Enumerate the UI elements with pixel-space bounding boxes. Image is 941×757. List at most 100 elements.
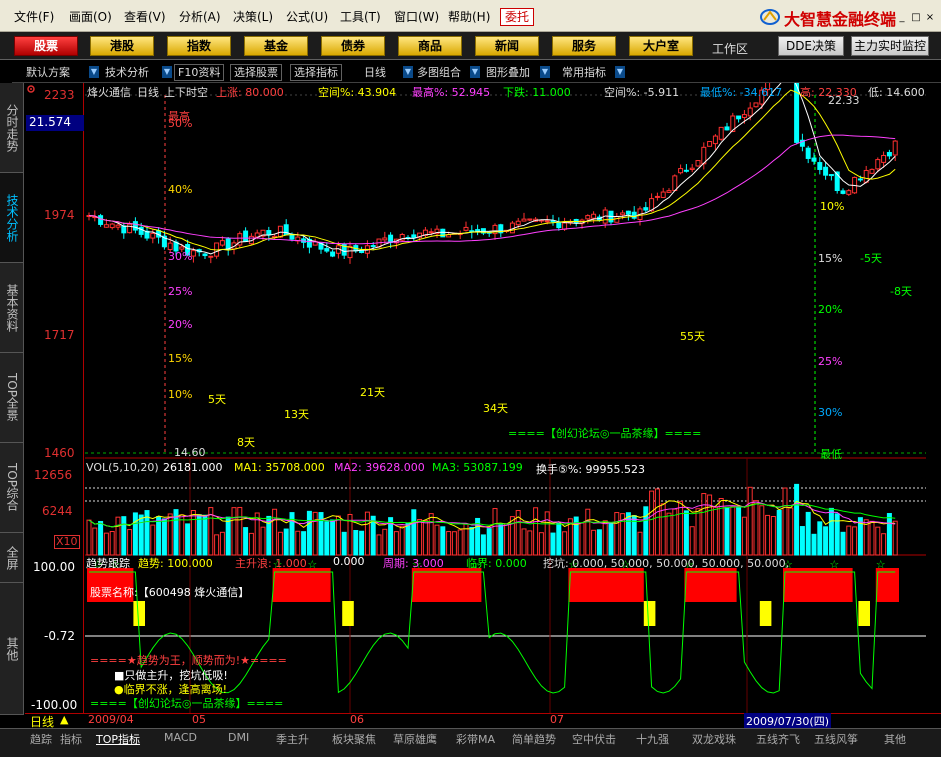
menu-view-screen[interactable]: 画面(O) [69, 8, 112, 25]
menu-view[interactable]: 查看(V) [124, 8, 166, 25]
candle-body [817, 162, 823, 170]
candle-body [875, 159, 881, 170]
close-icon[interactable]: × [924, 12, 936, 24]
tab-top-indicator[interactable]: TOP指标 [96, 731, 140, 747]
tab-prairie-eagle[interactable]: 草原雄鹰 [393, 731, 437, 747]
tab-dmi[interactable]: DMI [228, 731, 249, 744]
main-force-monitor-button[interactable]: 主力实时监控 [851, 36, 929, 56]
candle-body [672, 175, 678, 192]
menu-tools[interactable]: 工具(T) [340, 8, 381, 25]
period-dropdown-icon[interactable]: ▼ [403, 66, 413, 78]
menu-formula[interactable]: 公式(U) [286, 8, 328, 25]
candle-body [823, 166, 829, 176]
minimize-icon[interactable]: _ [896, 12, 908, 24]
overlay-select[interactable]: 图形叠加 [486, 64, 530, 81]
volume-bar [156, 516, 162, 556]
candle-body [660, 191, 666, 198]
tab-nineteen-strong[interactable]: 十九强 [636, 731, 669, 747]
volume-bar [185, 523, 191, 556]
tab-season-rise[interactable]: 季主升 [276, 731, 309, 747]
volume-bar [480, 534, 486, 556]
fib-day-55: 55天 [680, 330, 705, 343]
period-select[interactable]: 日线 [364, 64, 386, 81]
volume-bar [759, 505, 765, 556]
nav-stock-button[interactable]: 股票 [14, 36, 78, 56]
volume-bar [277, 531, 283, 556]
menu-window[interactable]: 窗口(W) [394, 8, 439, 25]
tab-trend-track[interactable]: 趋踪 [30, 731, 52, 747]
high-pct-value: 最高%: 52.945 [412, 86, 491, 99]
volume-bar [312, 511, 318, 556]
tech-analysis-dropdown-icon[interactable]: ▼ [162, 66, 172, 78]
nav-service-button[interactable]: 服务 [552, 36, 616, 56]
candle-body [869, 168, 875, 174]
month-label-07: 07 [550, 713, 564, 726]
candle-body [736, 115, 742, 120]
select-stock-button[interactable]: 选择股票 [230, 64, 282, 81]
tab-simple-trend[interactable]: 简单趋势 [512, 731, 556, 747]
entrust-button[interactable]: 委托 [500, 8, 534, 26]
nav-commodity-button[interactable]: 商品 [398, 36, 462, 56]
tab-intraday[interactable]: 分时走势 [0, 83, 24, 173]
menu-file[interactable]: 文件(F) [14, 8, 54, 25]
nav-news-button[interactable]: 新闻 [475, 36, 539, 56]
tab-top-panorama[interactable]: TOP全景 [0, 353, 24, 443]
candle-body [712, 135, 718, 145]
scheme-select[interactable]: 默认方案 [26, 64, 70, 81]
nav-bond-button[interactable]: 债券 [321, 36, 385, 56]
scheme-dropdown-icon[interactable]: ▼ [89, 66, 99, 78]
tab-ribbon-ma[interactable]: 彩带MA [456, 731, 495, 747]
tech-analysis-select[interactable]: 技术分析 [105, 64, 149, 81]
candle-body [127, 223, 133, 234]
volume-axis-label-top: 12656 [34, 468, 73, 482]
candle-body [689, 167, 695, 171]
volume-bar [202, 514, 208, 556]
volume-bar [382, 528, 388, 556]
tab-indicator[interactable]: 指标 [60, 731, 82, 747]
menu-decision[interactable]: 决策(L) [233, 8, 273, 25]
multi-chart-select[interactable]: 多图组合 [417, 64, 461, 81]
candle-body [324, 248, 330, 252]
volume-bar [301, 531, 307, 556]
select-indicator-button[interactable]: 选择指标 [290, 64, 342, 81]
menu-help[interactable]: 帮助(H) [448, 8, 490, 25]
tab-air-ambush[interactable]: 空中伏击 [572, 731, 616, 747]
multi-chart-dropdown-icon[interactable]: ▼ [470, 66, 480, 78]
f10-info-button[interactable]: F10资料 [174, 64, 225, 81]
common-indicator-select[interactable]: 常用指标 [562, 64, 606, 81]
maximize-icon[interactable]: □ [910, 12, 922, 24]
tab-five-lines-fly[interactable]: 五线齐飞 [756, 731, 800, 747]
low-pct-value: 最低%: -34.617 [700, 86, 783, 99]
volume-bar [509, 516, 515, 556]
tab-technical-analysis[interactable]: 技术分析 [0, 173, 24, 263]
common-indicator-dropdown-icon[interactable]: ▼ [615, 66, 625, 78]
tab-double-dragon[interactable]: 双龙戏珠 [692, 731, 736, 747]
period-triangle-icon[interactable]: ▲ [60, 713, 68, 726]
candle-body [556, 221, 562, 229]
volume-bar [782, 487, 788, 556]
volume-bar [643, 506, 649, 556]
tab-other[interactable]: 其他 [0, 583, 24, 715]
candle-body [805, 147, 811, 159]
workspace-label[interactable]: 工作区 [712, 40, 748, 57]
tab-top-composite[interactable]: TOP综合 [0, 443, 24, 533]
settings-gear-icon[interactable] [27, 85, 35, 93]
tab-others[interactable]: 其他 [884, 731, 906, 747]
tab-fullscreen[interactable]: 全屏 [0, 533, 24, 583]
nav-fund-button[interactable]: 基金 [244, 36, 308, 56]
trend-star-icon: ☆ [307, 558, 317, 571]
tab-fundamentals[interactable]: 基本资料 [0, 263, 24, 353]
overlay-dropdown-icon[interactable]: ▼ [540, 66, 550, 78]
tab-sector-focus[interactable]: 板块聚焦 [332, 731, 376, 747]
nav-hk-stock-button[interactable]: 港股 [90, 36, 154, 56]
menu-analysis[interactable]: 分析(A) [179, 8, 221, 25]
nav-vip-room-button[interactable]: 大户室 [629, 36, 693, 56]
tab-macd[interactable]: MACD [164, 731, 197, 744]
volume-bar [770, 515, 776, 556]
nav-index-button[interactable]: 指数 [167, 36, 231, 56]
dde-decision-button[interactable]: DDE决策 [778, 36, 844, 56]
trend-yellow-band [858, 601, 870, 626]
tab-five-lines-kite[interactable]: 五线风筝 [814, 731, 858, 747]
volume-bar [614, 512, 620, 556]
volume-bar [747, 486, 753, 556]
